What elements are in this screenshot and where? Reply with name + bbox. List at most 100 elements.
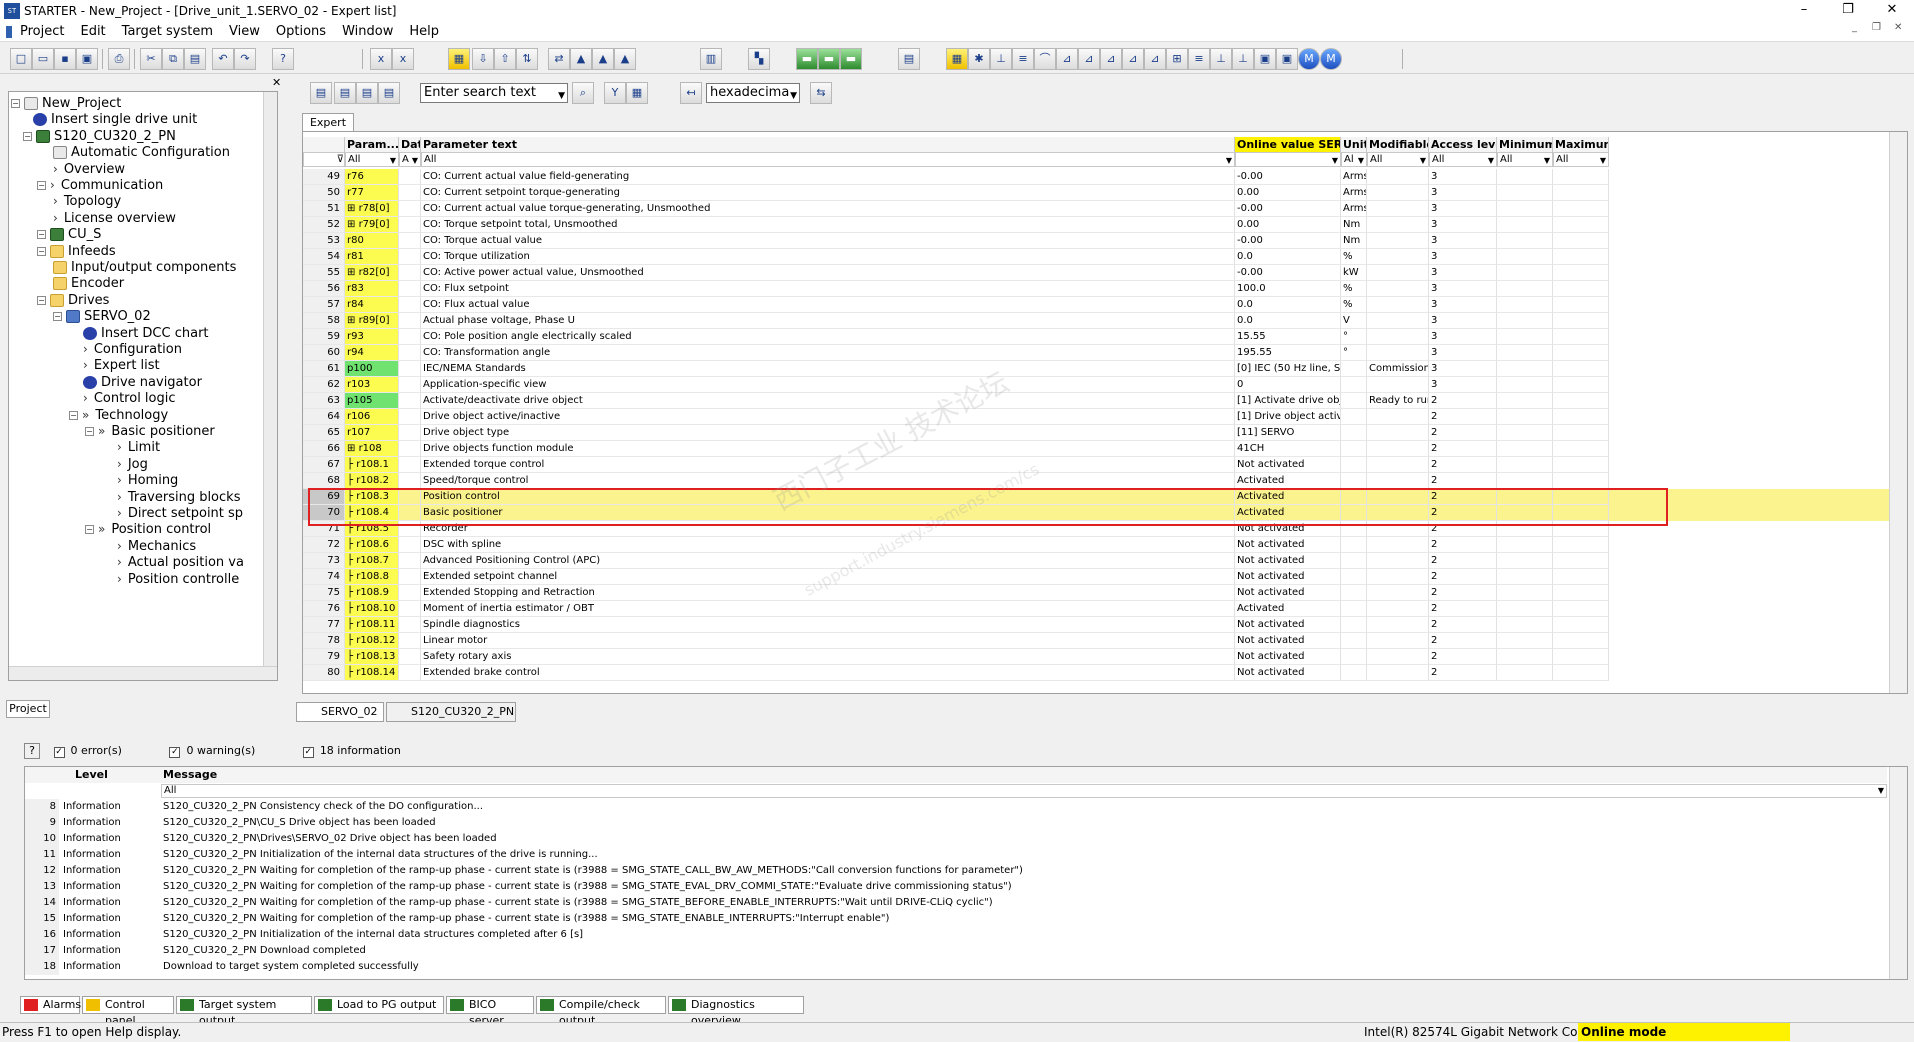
cut-icon[interactable]: ✂ <box>140 48 162 70</box>
info-checkbox[interactable]: ✓ <box>302 747 314 758</box>
table-row[interactable]: 77 ├ r108.11 Spindle diagnostics Not activa… <box>303 617 1889 633</box>
online-value[interactable]: Not activated <box>1237 635 1305 646</box>
column-filter[interactable]: All ▼ <box>1429 152 1497 167</box>
redo-icon[interactable]: ↷ <box>234 48 256 70</box>
column-header[interactable]: Online value SERVO_02 <box>1235 137 1341 152</box>
tree-vertical-scrollbar[interactable] <box>263 92 277 680</box>
data-icon[interactable]: ▣ <box>1254 48 1276 70</box>
table-row[interactable]: 79 ├ r108.13 Safety rotary axis Not activat… <box>303 649 1889 665</box>
message-row[interactable]: 15 Information S120_CU320_2_PN Waiting for… <box>25 911 1885 927</box>
expand-icon[interactable]: − <box>85 427 94 436</box>
upload-icon[interactable]: ⇧ <box>494 48 516 70</box>
table-row[interactable]: 66 ⊞ r108 Drive objects function module 41C… <box>303 441 1889 457</box>
table-row[interactable]: 73 ├ r108.7 Advanced Positioning Control (… <box>303 553 1889 569</box>
table-row[interactable]: 55 ⊞ r82[0] CO: Active power actual value,… <box>303 265 1889 281</box>
copy-icon[interactable]: ⧉ <box>162 48 184 70</box>
tab-compile-check-output[interactable]: Compile/check output <box>536 996 666 1027</box>
column-header[interactable]: Unit <box>1341 137 1367 152</box>
online-value[interactable]: Not activated <box>1237 459 1305 470</box>
network-icon[interactable]: ⊞ <box>1166 48 1188 70</box>
ram-to-rom-icon[interactable]: ⇄ <box>548 48 570 70</box>
signal-icon[interactable]: ⊥ <box>990 48 1012 70</box>
online-value[interactable]: Not activated <box>1237 667 1305 678</box>
menu-options[interactable]: Options <box>268 24 334 39</box>
column-filter[interactable]: All ▼ <box>345 152 399 167</box>
tab-project[interactable]: Project <box>6 700 50 718</box>
table-row[interactable]: 72 ├ r108.6 DSC with spline Not activated 2 <box>303 537 1889 553</box>
message-row[interactable]: 10 Information S120_CU320_2_PN\Drives\SERV… <box>25 831 1885 847</box>
column-header[interactable]: Modifiable to <box>1367 137 1429 152</box>
menu-help[interactable]: Help <box>401 24 447 39</box>
warnings-checkbox[interactable]: ✓ <box>169 747 181 758</box>
brake-icon[interactable]: ≡ <box>1188 48 1210 70</box>
filter-funnel-icon[interactable]: ⊽ <box>303 152 345 167</box>
online-value[interactable]: 0.0 <box>1237 251 1253 262</box>
column-header[interactable]: Minimum <box>1497 137 1553 152</box>
help-pointer-icon[interactable]: ? <box>272 48 294 70</box>
column-header[interactable]: Access level <box>1429 137 1497 152</box>
table-row[interactable]: 54 r81 CO: Torque utilization 0.0% 3 <box>303 249 1889 265</box>
table-row[interactable]: 50 r77 CO: Current setpoint torque-generat… <box>303 185 1889 201</box>
position-icon[interactable]: ⊿ <box>1144 48 1166 70</box>
tab-expert-list[interactable]: Expert list <box>302 113 354 146</box>
close-icon[interactable]: ✕ <box>272 76 281 89</box>
tab-control-panel[interactable]: Control panel <box>82 996 174 1027</box>
table-row[interactable]: 78 ├ r108.12 Linear motor Not activated 2 <box>303 633 1889 649</box>
table-row[interactable]: 76 ├ r108.10 Moment of inertia estimator /… <box>303 601 1889 617</box>
print-icon[interactable]: ⎙ <box>108 48 130 70</box>
undo-icon[interactable]: ↶ <box>212 48 234 70</box>
column-filter[interactable]: A ▼ <box>399 152 421 167</box>
expand-icon[interactable]: ⊞ <box>347 203 359 214</box>
disabled-x-icon[interactable]: x <box>370 48 392 70</box>
paste-icon[interactable]: ▤ <box>184 48 206 70</box>
binoculars-icon[interactable]: ⌕ <box>572 82 594 104</box>
motor2-icon[interactable]: M <box>1320 48 1342 70</box>
tab-target-system-output[interactable]: Target system output <box>176 996 312 1027</box>
load-cpu-icon[interactable]: ⇅ <box>516 48 538 70</box>
online-value[interactable]: -0.00 <box>1237 171 1263 182</box>
grid-vertical-scrollbar[interactable] <box>1889 132 1907 693</box>
table-row[interactable]: 58 ⊞ r89[0] Actual phase voltage, Phase U 0… <box>303 313 1889 329</box>
user-filter-icon[interactable]: ▦ <box>626 82 648 104</box>
online-value[interactable]: Not activated <box>1237 571 1305 582</box>
message-row[interactable]: 9 Information S120_CU320_2_PN\CU_S Drive o… <box>25 815 1885 831</box>
save-param-icon[interactable]: ▤ <box>356 82 378 104</box>
table-row[interactable]: 60 r94 CO: Transformation angle 195.55 ° 3 <box>303 345 1889 361</box>
column-header[interactable]: Parameter text <box>421 137 1235 152</box>
table-row[interactable]: 57 r84 CO: Flux actual value 0.0% 3 <box>303 297 1889 313</box>
open-folder-icon[interactable]: ▤ <box>334 82 356 104</box>
minimize-button[interactable]: – <box>1782 0 1826 22</box>
expert-icon[interactable]: ▤ <box>898 48 920 70</box>
module-icon[interactable]: ▲ <box>614 48 636 70</box>
online-value[interactable]: [11] SERVO <box>1237 427 1294 438</box>
tab-bico-server[interactable]: BICO server <box>446 996 534 1027</box>
online-value[interactable]: 0.0 <box>1237 299 1253 310</box>
restore-factory-icon[interactable]: ▲ <box>570 48 592 70</box>
column-header[interactable]: Data <box>399 137 421 152</box>
expand-icon[interactable]: − <box>85 525 94 535</box>
online-value[interactable]: 0 <box>1237 379 1243 390</box>
errors-checkbox[interactable]: ✓ <box>53 747 65 758</box>
message-row[interactable]: 8 Information S120_CU320_2_PN Consistency … <box>25 799 1885 815</box>
menu-target-system[interactable]: Target system <box>114 24 221 39</box>
limit-icon[interactable]: ⊥ <box>1210 48 1232 70</box>
online-value[interactable]: [1] Drive object active <box>1237 411 1340 422</box>
new-icon[interactable]: □ <box>10 48 32 70</box>
open-icon[interactable]: ▭ <box>32 48 54 70</box>
speed-icon[interactable]: ⊿ <box>1100 48 1122 70</box>
table-row[interactable]: 62 r103 Application-specific view 0 3 <box>303 377 1889 393</box>
filter-funnel-icon[interactable]: Y <box>604 82 626 104</box>
table-row[interactable]: 53 r80 CO: Torque actual value -0.00 Nm 3 <box>303 233 1889 249</box>
column-filter[interactable]: Al ▼ <box>1341 152 1367 167</box>
tab-diagnostics-overview[interactable]: Diagnostics overview <box>668 996 804 1027</box>
connect-target-icon[interactable]: ▦ <box>448 48 470 70</box>
trace-icon[interactable]: ▬ <box>796 48 818 70</box>
online-value[interactable]: Activated <box>1237 603 1284 614</box>
table-row[interactable]: 56 r83 CO: Flux setpoint 100.0% 3 <box>303 281 1889 297</box>
table-row[interactable]: 80 ├ r108.14 Extended brake control Not act… <box>303 665 1889 681</box>
menu-project[interactable]: Project <box>12 24 72 39</box>
menu-view[interactable]: View <box>221 24 268 39</box>
bar-icon[interactable]: ⊥ <box>1232 48 1254 70</box>
online-value[interactable]: [1] Activate drive object <box>1237 395 1340 406</box>
online-value[interactable]: -0.00 <box>1237 235 1263 246</box>
